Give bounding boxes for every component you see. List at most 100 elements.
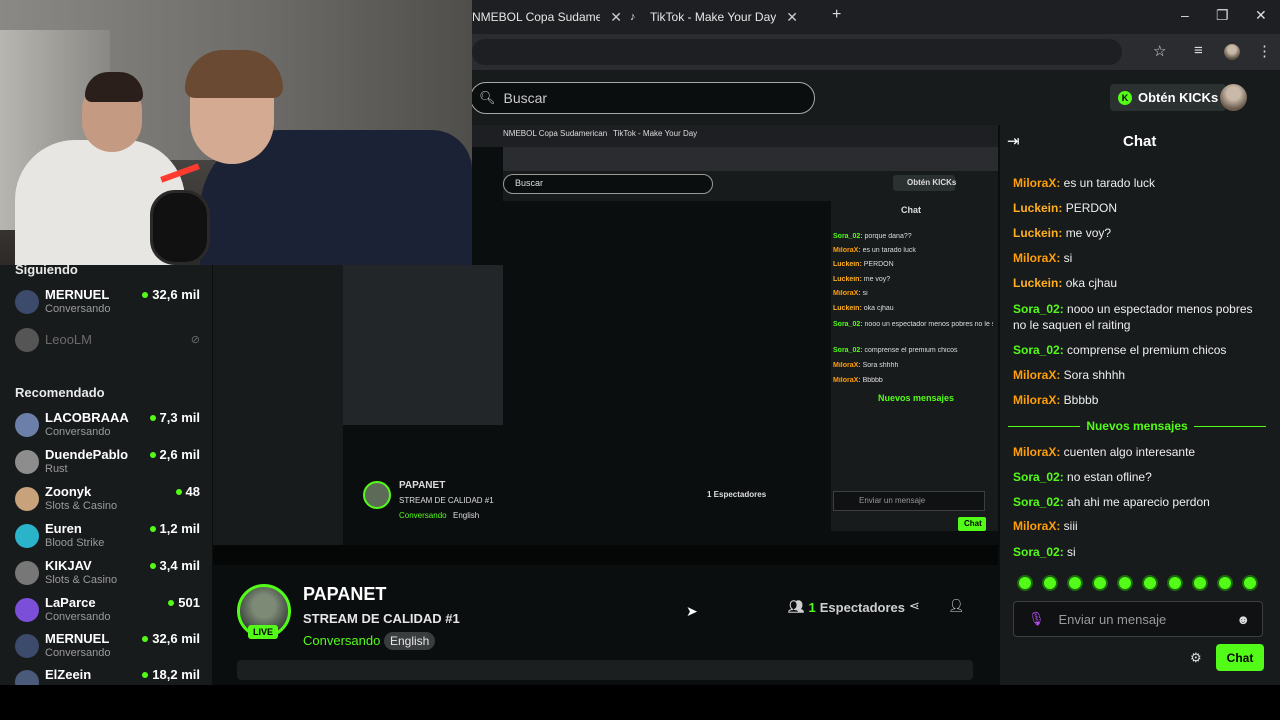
emote-icon[interactable]: [1117, 575, 1133, 591]
emote-icon[interactable]: [1242, 575, 1258, 591]
minimize-icon[interactable]: –: [1181, 7, 1189, 23]
window-close-icon[interactable]: ✕: [1255, 7, 1267, 24]
nested-category: Conversando: [399, 511, 447, 520]
user-avatar[interactable]: [1220, 84, 1247, 111]
chat-text: si: [1063, 251, 1073, 265]
offline-icon: ⊘: [190, 334, 200, 346]
chat-username[interactable]: Sora_02:: [1013, 545, 1067, 559]
browser-tab-conmebol[interactable]: NMEBOL Copa Sudamerican ✕: [472, 4, 622, 30]
chat-username[interactable]: MiloraX:: [1013, 445, 1064, 459]
get-kicks-button[interactable]: K Obtén KICKs: [1110, 84, 1227, 111]
browser-menu-icon[interactable]: ⋮: [1257, 42, 1272, 60]
emote-icon[interactable]: [1042, 575, 1058, 591]
sidebar-item-mernuel[interactable]: MERNUEL Conversando 32,6 mil: [15, 287, 200, 323]
emote-icon[interactable]: [1017, 575, 1033, 591]
emote-icon[interactable]: [1192, 575, 1208, 591]
chat-username[interactable]: Sora_02:: [1013, 343, 1067, 357]
channel-name: LeooLM: [45, 332, 92, 347]
viewer-count: 7,3 mil: [149, 410, 200, 425]
avatar: [15, 450, 39, 474]
star-icon[interactable]: ☆: [1153, 42, 1166, 60]
nested-chat-text: PERDON: [863, 261, 894, 268]
language-tag[interactable]: English: [384, 632, 436, 650]
mic-icon[interactable]: 🎙︎: [1028, 611, 1045, 627]
nested-chat-username: Luckein:: [833, 305, 864, 312]
media-icon[interactable]: ≡: [1194, 42, 1203, 59]
chat-text: es un tarado luck: [1063, 176, 1156, 190]
collapse-icon[interactable]: ⇥: [1007, 132, 1020, 150]
new-messages-label: Nuevos mensajes: [1086, 419, 1188, 433]
chat-username[interactable]: MiloraX:: [1013, 368, 1064, 382]
live-dot: [142, 671, 149, 678]
emote-icon[interactable]: [1142, 575, 1158, 591]
chat-text: ah ahi me aparecio perdon: [1067, 495, 1210, 509]
stream-category-link[interactable]: Conversando: [303, 633, 380, 648]
mouse-cursor: ➤: [686, 603, 698, 619]
emote-icon[interactable]: [1217, 575, 1233, 591]
search-icon: 🔍︎: [479, 90, 496, 105]
nested-chat-text: oka cjhau: [863, 305, 894, 312]
sidebar-item-mernuel-2[interactable]: MERNUEL Conversando 32,6 mil: [15, 631, 200, 667]
chat-message: Luckein: oka cjhau: [1013, 275, 1268, 291]
divider-line: [1193, 425, 1267, 427]
sidebar-item-elzeein[interactable]: ElZeein 18,2 mil: [15, 667, 200, 685]
nested-chat-text: Bbbbb: [862, 377, 883, 384]
chat-input[interactable]: 🎙︎ Enviar un mensaje ☻: [1013, 601, 1263, 637]
nested-chat-message: Luckein: PERDON: [833, 261, 894, 268]
viewers-icon: 👥︎: [788, 599, 805, 614]
nested-chat-text: nooo un espectador menos pobres no le sa…: [864, 321, 993, 328]
sidebar-item-zoonyk[interactable]: Zoonyk Slots & Casino 48: [15, 484, 200, 520]
tab-close-icon[interactable]: ✕: [610, 9, 622, 26]
nested-chat-text: me voy?: [863, 276, 891, 283]
streamer-username[interactable]: PAPANET: [303, 584, 386, 605]
channel-name: ElZeein: [45, 667, 92, 682]
address-bar[interactable]: [472, 39, 1122, 65]
live-dot: [175, 488, 182, 495]
emote-icon[interactable]: [1092, 575, 1108, 591]
follow-icon[interactable]: 👤︎: [948, 598, 965, 614]
sidebar-item-duendepablo[interactable]: DuendePablo Rust 2,6 mil: [15, 447, 200, 483]
channel-category: Slots & Casino: [45, 574, 118, 586]
chat-username[interactable]: MiloraX:: [1013, 519, 1064, 533]
chat-username[interactable]: MiloraX:: [1013, 251, 1064, 265]
browser-tab-tiktok[interactable]: ♪ TikTok - Make Your Day ✕: [630, 4, 820, 30]
search-input[interactable]: 🔍︎ Buscar: [470, 82, 815, 114]
chat-username[interactable]: Sora_02:: [1013, 470, 1067, 484]
chat-send-button[interactable]: Chat: [1216, 644, 1264, 671]
chat-message: MiloraX: si: [1013, 250, 1268, 266]
chat-username[interactable]: Luckein:: [1013, 226, 1066, 240]
sidebar-item-leoolm[interactable]: LeooLM ⊘: [15, 325, 200, 361]
sidebar-item-laparce[interactable]: LaParce Conversando 501: [15, 595, 200, 631]
recommended-title: Recomendado: [15, 385, 105, 400]
tab-close-icon[interactable]: ✕: [786, 9, 798, 26]
nested-new-messages: Nuevos mensajes: [878, 393, 955, 403]
chat-text: oka cjhau: [1065, 276, 1118, 290]
sidebar-item-lacobraaa[interactable]: LACOBRAAA Conversando 7,3 mil: [15, 410, 200, 446]
nested-chat-message: Luckein: oka cjhau: [833, 305, 894, 312]
new-tab-button[interactable]: +: [832, 6, 841, 24]
emote-icon[interactable]: [1167, 575, 1183, 591]
chat-username[interactable]: Luckein:: [1013, 201, 1066, 215]
sidebar-item-kikjav[interactable]: KIKJAV Slots & Casino 3,4 mil: [15, 558, 200, 594]
share-icon[interactable]: ⋖: [909, 598, 920, 614]
chat-username[interactable]: MiloraX:: [1013, 393, 1064, 407]
chat-username[interactable]: Sora_02:: [1013, 495, 1067, 509]
sidebar-item-euren[interactable]: Euren Blood Strike 1,2 mil: [15, 521, 200, 557]
chat-username[interactable]: Luckein:: [1013, 276, 1066, 290]
channel-name: LaParce: [45, 595, 96, 610]
chat-username[interactable]: Sora_02:: [1013, 302, 1067, 316]
maximize-icon[interactable]: ❐: [1216, 7, 1229, 24]
avatar: [15, 561, 39, 585]
emoji-icon[interactable]: ☻: [1236, 612, 1250, 627]
screen: NMEBOL Copa Sudamerican ✕ ♪ TikTok - Mak…: [0, 0, 1280, 720]
nested-chat-text: si: [862, 290, 868, 297]
gear-icon[interactable]: ⚙: [1190, 650, 1202, 666]
live-dot: [149, 451, 156, 458]
browser-profile-avatar[interactable]: [1224, 44, 1240, 60]
emote-icon[interactable]: [1067, 575, 1083, 591]
viewer-counter: 👥︎ 1 Espectadores: [788, 599, 905, 615]
nested-chat-text: comprense el premium chicos: [864, 347, 958, 354]
channel-name: MERNUEL: [45, 287, 110, 302]
avatar: [15, 598, 39, 622]
chat-username[interactable]: MiloraX:: [1013, 176, 1064, 190]
